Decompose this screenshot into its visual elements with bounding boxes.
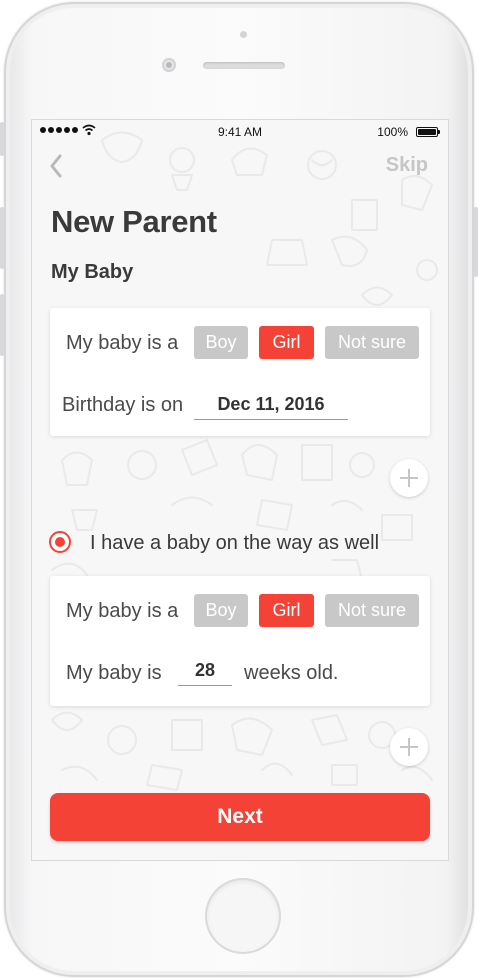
- front-camera: [162, 58, 176, 72]
- home-button[interactable]: [207, 880, 279, 952]
- status-bar: 9:41 AM 100%: [32, 120, 448, 144]
- volume-down-button: [0, 294, 4, 356]
- weeks-suffix-label: weeks old.: [244, 662, 339, 684]
- battery-icon: [416, 127, 440, 137]
- expecting-radio[interactable]: [49, 531, 71, 553]
- gender-option-girl[interactable]: Girl: [259, 326, 314, 359]
- power-button: [474, 207, 478, 277]
- section-title-my-baby: My Baby: [51, 261, 134, 283]
- page-title: New Parent: [51, 204, 217, 239]
- mute-switch: [0, 122, 4, 156]
- app-screen: 9:41 AM 100% Skip New Parent My Baby My …: [32, 120, 448, 860]
- add-expecting-baby-button[interactable]: [390, 728, 428, 766]
- proximity-sensor: [240, 31, 247, 38]
- expecting-gender-option-girl[interactable]: Girl: [259, 594, 314, 627]
- baby-details-card: My baby is a Boy Girl Not sure Birthday …: [50, 308, 430, 436]
- expecting-gender-option-boy[interactable]: Boy: [194, 594, 248, 627]
- gender-option-boy[interactable]: Boy: [194, 326, 248, 359]
- expecting-gender-label: My baby is a: [66, 600, 179, 622]
- add-baby-button[interactable]: [390, 459, 428, 497]
- expecting-baby-card: My baby is a Boy Girl Not sure My baby i…: [50, 576, 430, 706]
- chevron-left-icon[interactable]: [46, 152, 66, 180]
- expecting-gender-option-not-sure[interactable]: Not sure: [325, 594, 419, 627]
- birthday-label: Birthday is on: [62, 394, 184, 416]
- weeks-prefix-label: My baby is: [66, 662, 162, 684]
- battery-percentage: 100%: [377, 125, 408, 139]
- earpiece: [203, 62, 285, 69]
- next-button[interactable]: Next: [50, 793, 430, 841]
- volume-up-button: [0, 207, 4, 269]
- skip-button[interactable]: Skip: [386, 154, 428, 177]
- weeks-field[interactable]: 28: [178, 660, 232, 686]
- gender-option-not-sure[interactable]: Not sure: [325, 326, 419, 359]
- expecting-radio-label: I have a baby on the way as well: [90, 532, 380, 554]
- gender-label: My baby is a: [66, 332, 179, 354]
- birthday-field[interactable]: Dec 11, 2016: [194, 394, 348, 420]
